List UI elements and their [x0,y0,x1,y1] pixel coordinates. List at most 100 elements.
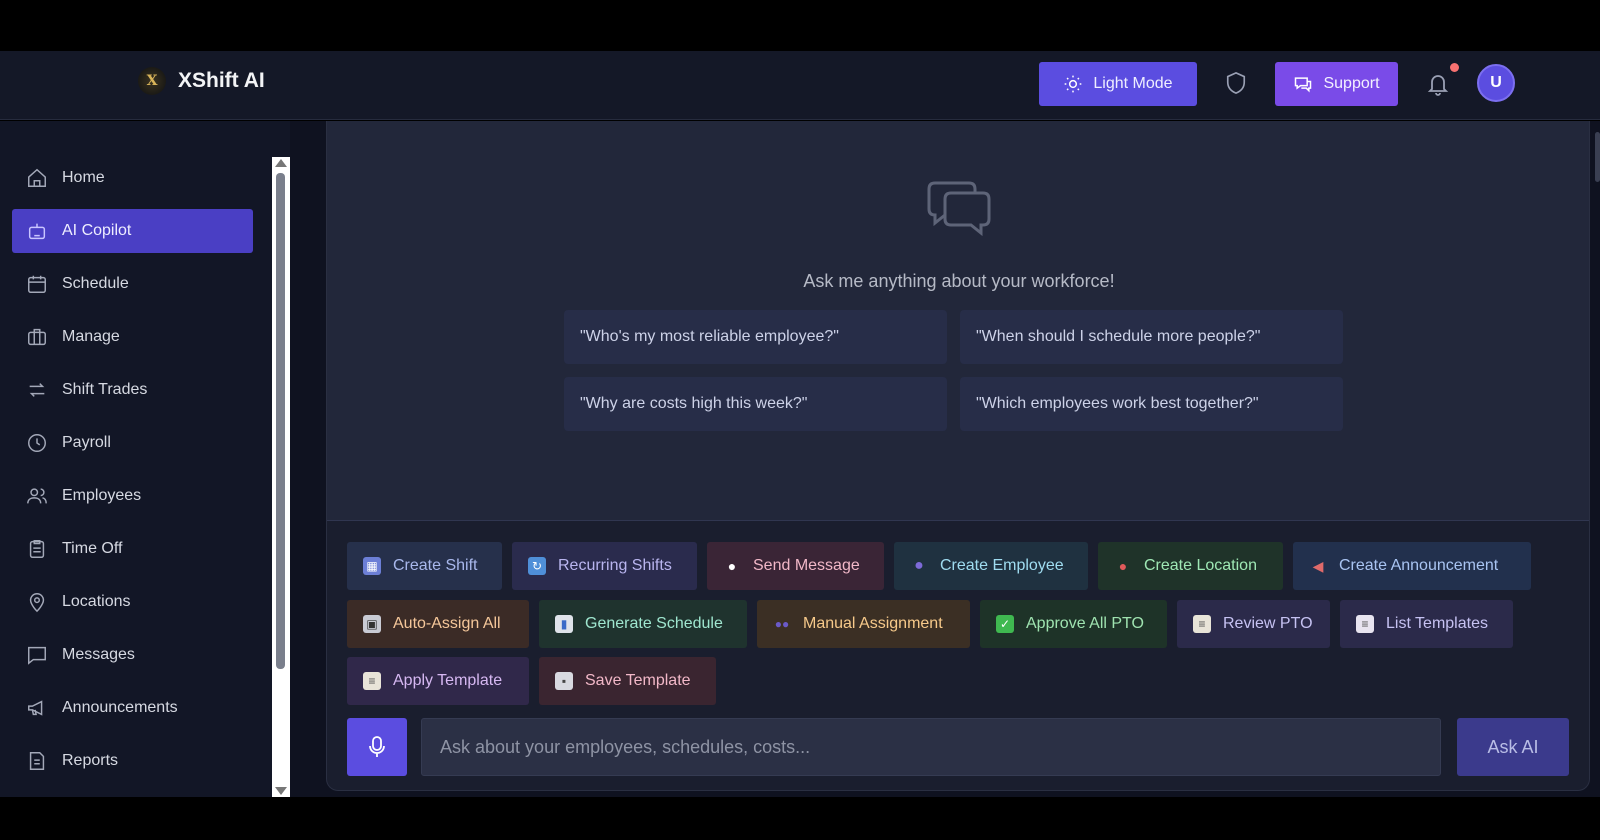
sidebar-item-messages[interactable]: Messages [12,633,253,677]
microphone-icon [369,736,385,757]
sidebar-item-employees[interactable]: Employees [12,474,253,518]
top-letterbox [0,0,1600,51]
suggestion-chip[interactable]: "When should I schedule more people?" [960,310,1343,364]
generate-schedule-button[interactable]: ▮ Generate Schedule [539,600,747,648]
calendar-emoji-icon: ▦ [363,557,381,575]
recurring-shifts-button[interactable]: ↻ Recurring Shifts [512,542,697,590]
chart-emoji-icon: ▮ [555,615,573,633]
light-mode-button[interactable]: Light Mode [1039,62,1197,106]
repeat-emoji-icon: ↻ [528,557,546,575]
apply-template-button[interactable]: ≡ Apply Template [347,657,529,705]
action-label: Manual Assignment [803,615,943,632]
action-label: Create Location [1144,557,1257,574]
suggestion-chip[interactable]: "Which employees work best together?" [960,377,1343,431]
calendar-icon [28,275,46,293]
light-mode-label: Light Mode [1093,75,1173,92]
clock-icon [28,434,46,452]
briefcase-icon [28,328,46,346]
action-label: Apply Template [393,672,503,689]
sidebar: Home AI Copilot Schedule Manage Shift Tr… [0,121,290,797]
sidebar-item-payroll[interactable]: Payroll [12,421,253,465]
action-label: Create Announcement [1339,557,1499,574]
chat-empty-state: Ask me anything about your workforce! "W… [327,121,1589,521]
notification-dot [1450,63,1459,72]
sidebar-item-label: Payroll [62,434,111,451]
sidebar-item-label: AI Copilot [62,222,132,239]
sidebar-item-label: Shift Trades [62,381,148,398]
sun-icon [1065,75,1082,93]
sidebar-item-reports[interactable]: Reports [12,739,253,783]
checkbox-emoji-icon: ✓ [996,615,1014,633]
approve-all-pto-button[interactable]: ✓ Approve All PTO [980,600,1167,648]
megaphone-emoji-icon: ◀ [1312,557,1324,574]
action-label: Generate Schedule [585,615,723,632]
sidebar-item-label: Reports [62,752,119,769]
create-location-button[interactable]: ● Create Location [1098,542,1283,590]
copilot-panel: Ask me anything about your workforce! "W… [326,121,1590,791]
empty-state-title: Ask me anything about your workforce! [803,271,1115,291]
action-label: Create Shift [393,557,478,574]
action-label: Save Template [585,672,691,689]
sidebar-item-time-off[interactable]: Time Off [12,527,253,571]
ask-ai-button[interactable]: Ask AI [1457,718,1569,776]
clipboard-emoji-icon: ≡ [363,672,381,690]
sidebar-item-label: Manage [62,328,120,345]
floppy-emoji-icon: ▪ [555,672,573,690]
message-icon [28,646,46,665]
sidebar-item-label: Home [62,169,105,186]
sidebar-item-label: Time Off [62,540,123,557]
support-button[interactable]: Support [1275,62,1398,106]
scroll-up-arrow-icon[interactable] [275,159,287,167]
megaphone-icon [28,700,43,716]
action-label: Send Message [753,557,860,574]
action-label: List Templates [1386,615,1488,632]
action-label: Review PTO [1223,615,1313,632]
main-content: Ask me anything about your workforce! "W… [290,121,1600,797]
sidebar-item-manage[interactable]: Manage [12,315,253,359]
microphone-button[interactable] [347,718,407,776]
manual-assignment-button[interactable]: ●● Manual Assignment [757,600,970,648]
review-pto-button[interactable]: ≡ Review PTO [1177,600,1330,648]
sidebar-item-ai-copilot[interactable]: AI Copilot [12,209,253,253]
home-icon [28,168,46,187]
create-employee-button[interactable]: ● Create Employee [894,542,1088,590]
action-label: Approve All PTO [1026,615,1144,632]
file-icon [29,752,45,770]
clipboard-emoji-icon: ≡ [1193,615,1211,633]
sidebar-item-schedule[interactable]: Schedule [12,262,253,306]
person-emoji-icon: ● [914,557,924,574]
sidebar-item-label: Messages [62,646,135,663]
auto-assign-all-button[interactable]: ▣ Auto-Assign All [347,600,529,648]
bell-icon[interactable] [1426,71,1450,97]
sidebar-item-label: Employees [62,487,142,504]
sidebar-item-label: Locations [62,593,131,610]
send-message-button[interactable]: ● Send Message [707,542,884,590]
main-scrollbar[interactable] [1595,132,1600,182]
list-templates-button[interactable]: ≡ List Templates [1340,600,1513,648]
create-announcement-button[interactable]: ◀ Create Announcement [1293,542,1531,590]
scroll-down-arrow-icon[interactable] [275,787,287,795]
clipboard-icon [29,540,45,558]
ask-input[interactable] [421,718,1441,776]
sidebar-item-label: Schedule [62,275,129,292]
save-template-button[interactable]: ▪ Save Template [539,657,716,705]
action-label: Recurring Shifts [558,557,672,574]
sidebar-item-announcements[interactable]: Announcements [12,686,253,730]
suggestion-chip[interactable]: "Who's my most reliable employee?" [564,310,947,364]
robot-icon [28,223,46,240]
shield-icon[interactable] [1225,71,1247,95]
sidebar-item-label: Announcements [62,699,178,716]
sidebar-item-shift-trades[interactable]: Shift Trades [12,368,253,412]
page-emoji-icon: ≡ [1356,615,1374,633]
create-shift-button[interactable]: ▦ Create Shift [347,542,502,590]
avatar[interactable]: U [1477,64,1515,102]
suggestion-chip[interactable]: "Why are costs high this week?" [564,377,947,431]
robot-emoji-icon: ▣ [363,615,381,633]
sidebar-item-home[interactable]: Home [12,156,253,200]
sidebar-scroll-thumb[interactable] [276,173,285,669]
users-icon [27,488,47,504]
speech-bubble-emoji-icon: ● [727,558,737,574]
pin-emoji-icon: ● [1118,558,1128,574]
sidebar-item-locations[interactable]: Locations [12,580,253,624]
brand[interactable]: X XShift AI [138,67,265,95]
